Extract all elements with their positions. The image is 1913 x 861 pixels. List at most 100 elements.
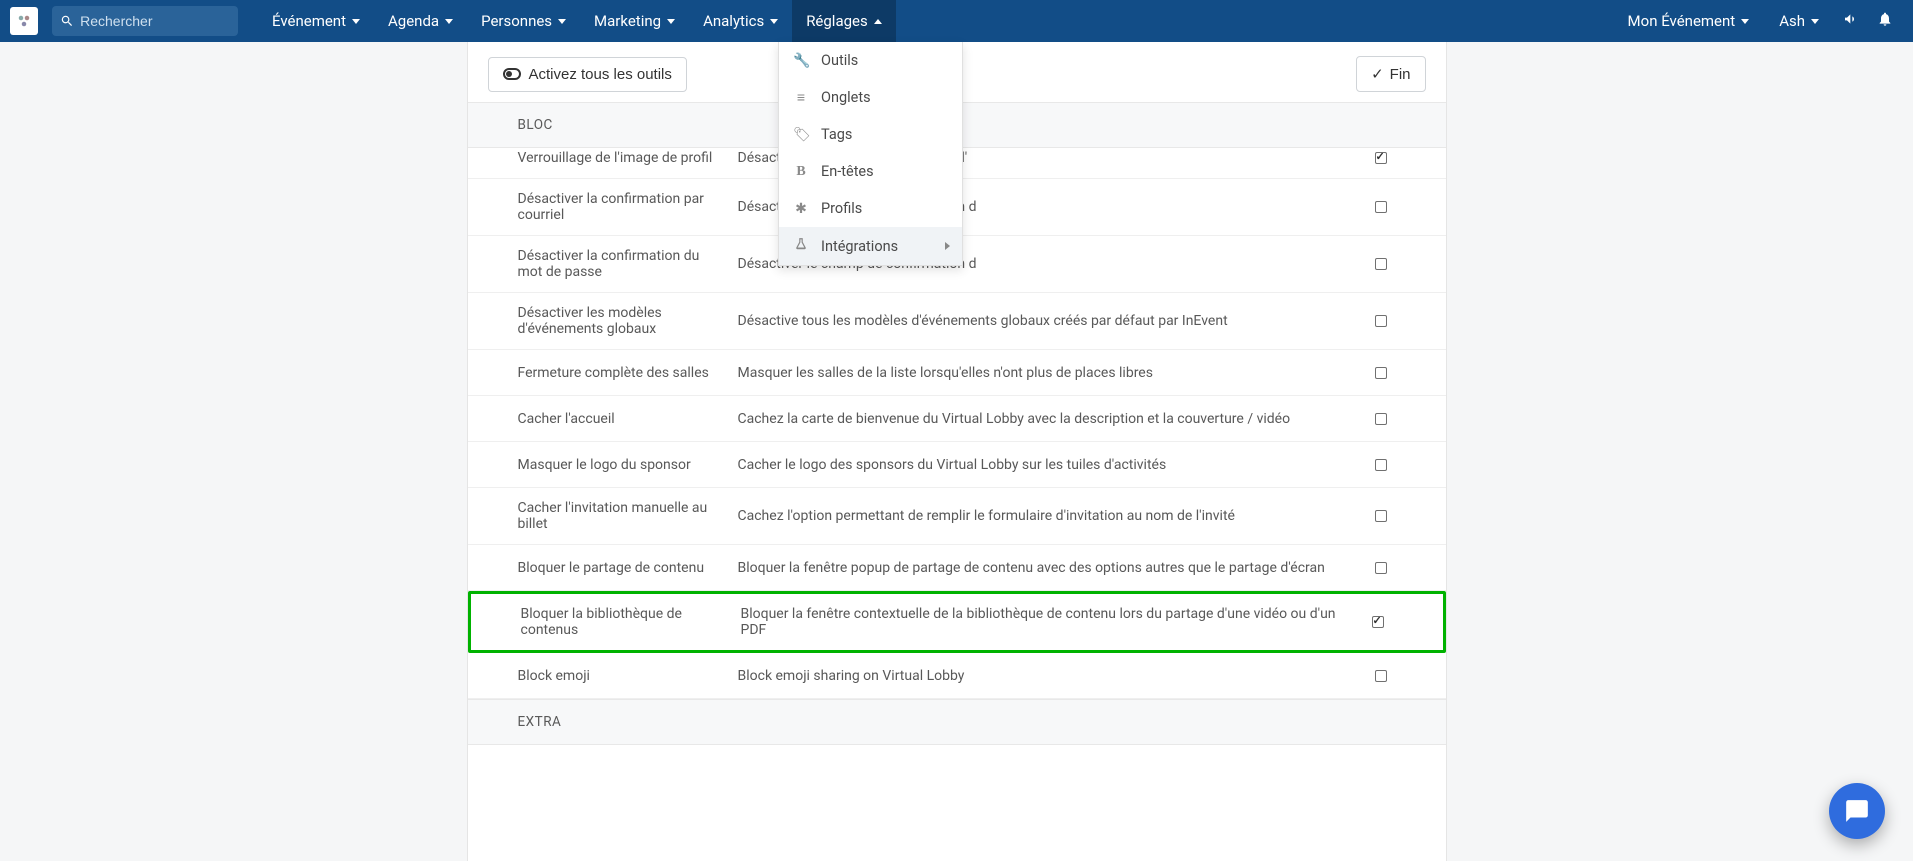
section-header-extra: EXTRA	[468, 699, 1446, 745]
done-button[interactable]: ✓ Fin	[1356, 56, 1425, 92]
setting-row: Cacher l'invitation manuelle au billetCa…	[468, 488, 1446, 545]
nav-item-analytics[interactable]: Analytics	[689, 0, 792, 42]
nav-item-user[interactable]: Ash	[1773, 0, 1825, 42]
navbar-right: Mon Événement Ash	[1622, 0, 1903, 42]
dropdown-label: Onglets	[821, 89, 871, 106]
nav-item-marketing[interactable]: Marketing	[580, 0, 689, 42]
dropdown-item-onglets[interactable]: ≡ Onglets	[779, 79, 962, 116]
bell-icon[interactable]	[1877, 11, 1893, 32]
row-checkbox-col	[1366, 201, 1396, 213]
row-description: Bloquer la fenêtre popup de partage de c…	[738, 560, 1366, 576]
nav-item-reglages[interactable]: Réglages	[792, 0, 896, 42]
row-title: Masquer le logo du sponsor	[518, 457, 738, 473]
setting-row: Block emojiBlock emoji sharing on Virtua…	[468, 653, 1446, 699]
setting-row: Masquer le logo du sponsorCacher le logo…	[468, 442, 1446, 488]
row-checkbox-col	[1363, 616, 1393, 628]
checkbox[interactable]	[1375, 670, 1387, 682]
row-title: Fermeture complète des salles	[518, 365, 738, 381]
setting-row: Bloquer la bibliothèque de contenusBloqu…	[468, 591, 1446, 653]
activate-all-button[interactable]: Activez tous les outils	[488, 57, 687, 92]
row-description: Block emoji sharing on Virtual Lobby	[738, 668, 1366, 684]
row-description: Cacher le logo des sponsors du Virtual L…	[738, 457, 1366, 473]
row-description: Bloquer la fenêtre contextuelle de la bi…	[741, 606, 1363, 638]
checkbox[interactable]	[1375, 201, 1387, 213]
chevron-down-icon	[770, 19, 778, 24]
chevron-down-icon	[1741, 19, 1749, 24]
bold-icon: B	[793, 164, 809, 180]
setting-row: Bloquer le partage de contenuBloquer la …	[468, 545, 1446, 591]
nav-label: Marketing	[594, 12, 661, 30]
nav-item-personnes[interactable]: Personnes	[467, 0, 580, 42]
row-checkbox-col	[1366, 315, 1396, 327]
flask-icon	[793, 237, 809, 255]
checkbox[interactable]	[1375, 413, 1387, 425]
checkbox[interactable]	[1375, 152, 1387, 164]
row-checkbox-col	[1366, 510, 1396, 522]
row-description: Cachez l'option permettant de remplir le…	[738, 508, 1366, 524]
checkbox[interactable]	[1375, 510, 1387, 522]
row-description: Cachez la carte de bienvenue du Virtual …	[738, 411, 1366, 427]
tag-icon: 🏷	[793, 127, 809, 143]
chevron-down-icon	[1811, 19, 1819, 24]
setting-row: Fermeture complète des sallesMasquer les…	[468, 350, 1446, 396]
checkbox[interactable]	[1375, 367, 1387, 379]
search-icon	[60, 13, 74, 29]
button-label: Fin	[1390, 66, 1411, 83]
chevron-down-icon	[352, 19, 360, 24]
dropdown-item-entetes[interactable]: B En-têtes	[779, 153, 962, 190]
row-checkbox-col	[1366, 367, 1396, 379]
chat-bubble-button[interactable]	[1829, 783, 1885, 839]
row-title: Désactiver les modèles d'événements glob…	[518, 305, 738, 337]
dropdown-item-integrations[interactable]: Intégrations	[779, 227, 962, 265]
dropdown-label: En-têtes	[821, 163, 874, 180]
row-title: Cacher l'invitation manuelle au billet	[518, 500, 738, 532]
chevron-down-icon	[445, 19, 453, 24]
dropdown-label: Tags	[821, 126, 852, 143]
nav-label: Événement	[272, 12, 346, 30]
row-title: Block emoji	[518, 668, 738, 684]
nav-item-my-event[interactable]: Mon Événement	[1622, 0, 1756, 42]
list-icon: ≡	[793, 89, 809, 106]
checkbox[interactable]	[1375, 315, 1387, 327]
dropdown-label: Outils	[821, 52, 858, 69]
nav-item-evenement[interactable]: Événement	[258, 0, 374, 42]
setting-row: Cacher l'accueilCachez la carte de bienv…	[468, 396, 1446, 442]
chat-icon	[1844, 798, 1870, 824]
nav-item-agenda[interactable]: Agenda	[374, 0, 467, 42]
logo[interactable]	[10, 7, 38, 35]
search-box[interactable]	[52, 6, 238, 36]
row-title: Cacher l'accueil	[518, 411, 738, 427]
row-title: Désactiver la confirmation du mot de pas…	[518, 248, 738, 280]
checkbox[interactable]	[1375, 459, 1387, 471]
settings-dropdown: 🔧 Outils ≡ Onglets 🏷 Tags B En-têtes ✱ P…	[778, 42, 963, 266]
nav-menu: Événement Agenda Personnes Marketing Ana…	[258, 0, 896, 42]
row-title: Bloquer le partage de contenu	[518, 560, 738, 576]
nav-label: Ash	[1779, 12, 1805, 30]
chevron-right-icon	[945, 242, 950, 250]
nav-label: Analytics	[703, 12, 764, 30]
row-checkbox-col	[1366, 413, 1396, 425]
dropdown-item-tags[interactable]: 🏷 Tags	[779, 116, 962, 153]
row-checkbox-col	[1366, 670, 1396, 682]
megaphone-icon[interactable]	[1843, 11, 1859, 32]
nav-label: Agenda	[388, 12, 439, 30]
chevron-up-icon	[874, 19, 882, 24]
row-title: Bloquer la bibliothèque de contenus	[521, 606, 741, 638]
row-checkbox-col	[1366, 152, 1396, 164]
row-description: Masquer les salles de la liste lorsqu'el…	[738, 365, 1366, 381]
checkbox[interactable]	[1375, 562, 1387, 574]
check-icon: ✓	[1371, 65, 1384, 83]
row-checkbox-col	[1366, 562, 1396, 574]
checkbox[interactable]	[1375, 258, 1387, 270]
checkbox[interactable]	[1372, 616, 1384, 628]
row-checkbox-col	[1366, 459, 1396, 471]
dropdown-item-outils[interactable]: 🔧 Outils	[779, 42, 962, 79]
nav-label: Réglages	[806, 12, 868, 30]
toggle-icon	[503, 68, 521, 80]
setting-row: Désactiver les modèles d'événements glob…	[468, 293, 1446, 350]
dropdown-label: Intégrations	[821, 238, 898, 255]
row-title: Verrouillage de l'image de profil	[518, 150, 738, 166]
asterisk-icon: ✱	[793, 201, 809, 217]
search-input[interactable]	[80, 13, 230, 29]
dropdown-item-profils[interactable]: ✱ Profils	[779, 190, 962, 227]
